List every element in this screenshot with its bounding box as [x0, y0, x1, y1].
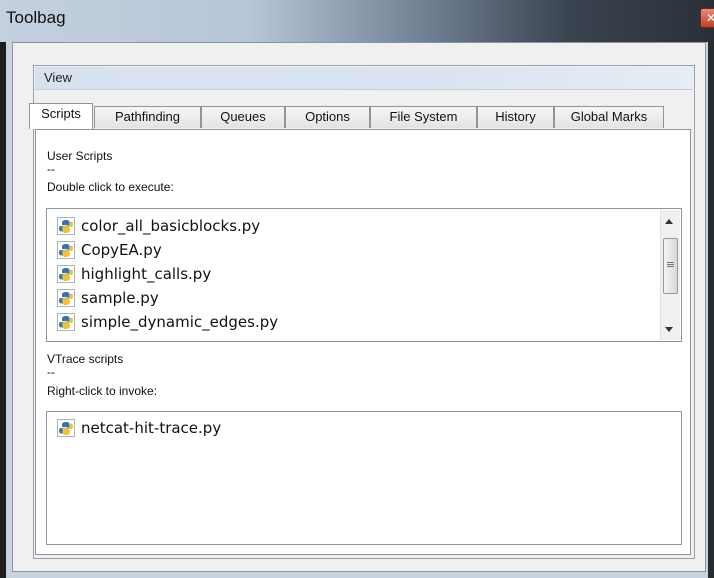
python-file-icon: [57, 217, 75, 235]
python-file-icon: [57, 419, 75, 437]
vtrace-scripts-list[interactable]: netcat-hit-trace.py: [46, 411, 682, 545]
list-item[interactable]: simple_dynamic_edges.py: [47, 310, 278, 334]
list-item[interactable]: color_all_basicblocks.py: [47, 214, 260, 238]
close-icon: ✕: [706, 11, 714, 25]
scroll-down-arrow-icon[interactable]: [665, 327, 673, 332]
script-name: sample.py: [81, 289, 159, 307]
view-label: View: [44, 70, 72, 85]
python-file-icon: [57, 265, 75, 283]
user-scripts-separator: --: [47, 162, 55, 176]
list-item[interactable]: highlight_calls.py: [47, 262, 211, 286]
tab-options[interactable]: Options: [285, 106, 370, 128]
view-header: View: [35, 67, 693, 90]
user-scripts-list[interactable]: color_all_basicblocks.py CopyEA.py highl…: [46, 208, 682, 342]
client-area: View Scripts Pathfinding Queues Options …: [12, 42, 706, 572]
grip-icon: [667, 262, 674, 268]
list-item[interactable]: netcat-hit-trace.py: [47, 416, 221, 440]
vtrace-scripts-heading: VTrace scripts: [47, 352, 124, 366]
user-scripts-heading: User Scripts: [47, 149, 113, 163]
tab-scripts[interactable]: Scripts: [29, 103, 93, 129]
tab-history[interactable]: History: [477, 106, 554, 128]
scripts-tab-panel: User Scripts -- Double click to execute:…: [35, 129, 691, 555]
script-name: netcat-hit-trace.py: [81, 419, 222, 437]
script-name: highlight_calls.py: [81, 265, 212, 283]
scrollbar-thumb[interactable]: [663, 238, 678, 294]
scroll-up-arrow-icon[interactable]: [665, 219, 673, 224]
tab-global-marks[interactable]: Global Marks: [554, 106, 664, 128]
window-frame-left: [0, 42, 10, 578]
python-file-icon: [57, 241, 75, 259]
close-button[interactable]: ✕: [700, 8, 714, 28]
script-name: CopyEA.py: [81, 241, 162, 259]
list-item[interactable]: CopyEA.py: [47, 238, 162, 262]
script-name: simple_dynamic_edges.py: [81, 313, 279, 331]
vtrace-scripts-instruction: Right-click to invoke:: [47, 384, 158, 398]
window-frame-right: [708, 42, 714, 578]
python-file-icon: [57, 313, 75, 331]
window-title: Toolbag: [6, 8, 66, 27]
user-scripts-scrollbar[interactable]: [660, 210, 680, 340]
python-file-icon: [57, 289, 75, 307]
list-item[interactable]: sample.py: [47, 286, 159, 310]
tab-queues[interactable]: Queues: [201, 106, 285, 128]
title-bar[interactable]: Toolbag ✕: [0, 0, 714, 42]
toolbag-window: Toolbag ✕ View Scripts Pathfinding Queue…: [0, 0, 714, 578]
script-name: color_all_basicblocks.py: [81, 217, 261, 235]
user-scripts-instruction: Double click to execute:: [47, 180, 174, 194]
tab-pathfinding[interactable]: Pathfinding: [94, 106, 201, 128]
vtrace-scripts-separator: --: [47, 365, 55, 379]
tab-file-system[interactable]: File System: [370, 106, 477, 128]
